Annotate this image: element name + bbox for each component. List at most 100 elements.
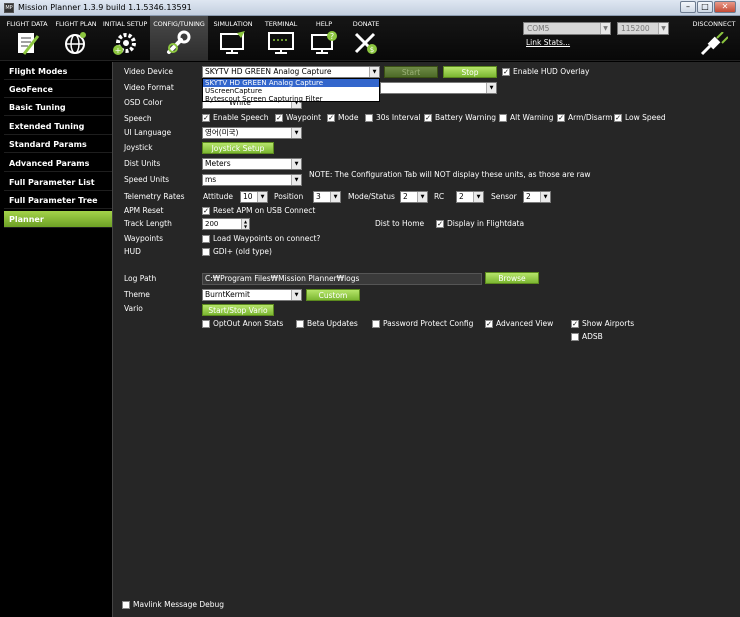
low-speed-checkbox[interactable]: ✓ Low Speed [614, 113, 666, 123]
menu-flight-plan[interactable]: FLIGHT PLAN [52, 16, 100, 61]
adsb-checkbox[interactable]: ADSB [571, 332, 603, 342]
hud-label: HUD [124, 247, 141, 256]
checkbox-label: 30s Interval [376, 113, 421, 122]
checkbox-checked-icon: ✓ [436, 220, 444, 228]
track-length-label: Track Length [124, 219, 172, 228]
gdi-plus-checkbox[interactable]: GDI+ (old type) [202, 247, 272, 257]
attitude-rate-value: 10 [243, 192, 253, 201]
vario-label: Vario [124, 304, 143, 313]
speed-units-select[interactable]: ms ▼ [202, 174, 302, 186]
chevron-down-icon: ▼ [330, 192, 340, 202]
sidebar-item-planner[interactable]: Planner [4, 211, 112, 228]
menu-config-tuning[interactable]: CONFIG/TUNING [150, 16, 208, 61]
position-label: Position [274, 192, 304, 201]
menu-initial-setup[interactable]: INITIAL SETUP + [100, 16, 150, 61]
attitude-rate-select[interactable]: 10 ▼ [240, 191, 268, 203]
track-length-value: 200 [205, 220, 219, 228]
checkbox-label: Beta Updates [307, 319, 358, 328]
checkbox-label: OptOut Anon Stats [213, 319, 284, 328]
speed-units-value: ms [205, 175, 217, 184]
battery-warning-checkbox[interactable]: ✓ Battery Warning [424, 113, 496, 123]
video-stop-button[interactable]: Stop [443, 66, 497, 78]
dist-to-home-label: Dist to Home [375, 219, 425, 228]
dropdown-option[interactable]: SKYTV HD GREEN Analog Capture [203, 79, 379, 87]
ui-language-select[interactable]: 영어(미국) ▼ [202, 127, 302, 139]
dist-units-select[interactable]: Meters ▼ [202, 158, 302, 170]
log-path-field[interactable]: C:₩Program Files₩Mission Planner₩logs [202, 273, 482, 285]
start-stop-vario-button[interactable]: Start/Stop Vario [202, 304, 274, 316]
baud-rate-select[interactable]: 115200 ▼ [617, 22, 669, 35]
mode-speech-checkbox[interactable]: ✓ Mode [327, 113, 358, 123]
checkbox-unchecked-icon [122, 601, 130, 609]
sidebar-item-standard-params[interactable]: Standard Params [4, 136, 112, 153]
sidebar-item-extended-tuning[interactable]: Extended Tuning [4, 118, 112, 135]
load-waypoints-checkbox[interactable]: Load Waypoints on connect? [202, 234, 320, 244]
mavlink-message-debug-checkbox[interactable]: Mavlink Message Debug [122, 600, 224, 610]
position-rate-select[interactable]: 3 ▼ [313, 191, 341, 203]
menu-simulation[interactable]: SIMULATION [208, 16, 258, 61]
maximize-button[interactable]: □ [697, 1, 713, 13]
donate-plane-icon: $ [354, 32, 377, 54]
show-airports-checkbox[interactable]: ✓ Show Airports [571, 319, 634, 329]
speed-units-label: Speed Units [124, 175, 170, 184]
video-device-select[interactable]: SKYTV HD GREEN Analog Capture ▼ [202, 66, 380, 78]
checkbox-label: Password Protect Config [383, 319, 474, 328]
chevron-down-icon: ▼ [257, 192, 267, 202]
video-start-button[interactable]: Start [384, 66, 438, 78]
advanced-view-checkbox[interactable]: ✓ Advanced View [485, 319, 553, 329]
reset-apm-checkbox[interactable]: ✓ Reset APM on USB Connect [202, 206, 315, 216]
dist-units-value: Meters [205, 159, 231, 168]
browse-button[interactable]: Browse [485, 272, 539, 284]
checkbox-checked-icon: ✓ [502, 68, 510, 76]
mode-status-rate-select[interactable]: 2 ▼ [400, 191, 428, 203]
track-length-spinner[interactable]: 200 ▲ ▼ [202, 218, 250, 230]
checkbox-unchecked-icon [365, 114, 373, 122]
com-port-select[interactable]: COM5 ▼ [523, 22, 611, 35]
checkbox-label: Advanced View [496, 319, 554, 328]
checkbox-checked-icon: ✓ [485, 320, 493, 328]
password-protect-config-checkbox[interactable]: Password Protect Config [372, 319, 473, 329]
sidebar-item-full-parameter-tree[interactable]: Full Parameter Tree [4, 192, 112, 209]
dropdown-option[interactable]: Bytescout Screen Capturing Filter [203, 95, 379, 103]
sensor-rate-select[interactable]: 2 ▼ [523, 191, 551, 203]
link-stats-link[interactable]: Link Stats... [526, 38, 570, 47]
sidebar-item-advanced-params[interactable]: Advanced Params [4, 155, 112, 172]
sidebar-item-full-parameter-list[interactable]: Full Parameter List [4, 174, 112, 191]
theme-select[interactable]: BurntKermit ▼ [202, 289, 302, 301]
interval-speech-checkbox[interactable]: 30s Interval [365, 113, 421, 123]
terminal-monitor-icon [268, 32, 294, 54]
minimize-button[interactable]: – [680, 1, 696, 13]
menu-label: CONFIG/TUNING [153, 20, 205, 28]
video-format-select[interactable]: ▼ [380, 82, 497, 94]
sidebar-item-flight-modes[interactable]: Flight Modes [4, 63, 112, 80]
sidebar-item-geofence[interactable]: GeoFence [4, 81, 112, 98]
attitude-label: Attitude [203, 192, 234, 201]
video-device-label: Video Device [124, 67, 174, 76]
joystick-setup-button[interactable]: Joystick Setup [202, 142, 274, 154]
chevron-down-icon: ▼ [486, 83, 496, 93]
custom-theme-button[interactable]: Custom [306, 289, 360, 301]
menu-flight-data[interactable]: FLIGHT DATA [4, 16, 50, 61]
spinner-arrows-icon[interactable]: ▲ ▼ [241, 219, 249, 229]
menu-donate[interactable]: DONATE $ [344, 16, 388, 61]
optout-anon-stats-checkbox[interactable]: OptOut Anon Stats [202, 319, 283, 329]
arm-disarm-checkbox[interactable]: ✓ Arm/Disarm [557, 113, 613, 123]
checkbox-label: Display in Flightdata [447, 219, 525, 228]
hud-overlay-checkbox[interactable]: ✓ Enable HUD Overlay [502, 67, 589, 77]
enable-speech-checkbox[interactable]: ✓ Enable Speech [202, 113, 269, 123]
menu-help[interactable]: HELP ? [304, 16, 344, 61]
disconnect-button[interactable]: DISCONNECT [688, 16, 740, 61]
close-button[interactable]: ✕ [714, 1, 736, 13]
sidebar-item-basic-tuning[interactable]: Basic Tuning [4, 99, 112, 116]
dropdown-option[interactable]: UScreenCapture [203, 87, 379, 95]
sensor-rate-value: 2 [526, 192, 531, 201]
checkbox-unchecked-icon [202, 320, 210, 328]
menu-terminal[interactable]: TERMINAL [258, 16, 304, 61]
display-in-flightdata-checkbox[interactable]: ✓ Display in Flightdata [436, 219, 524, 229]
beta-updates-checkbox[interactable]: Beta Updates [296, 319, 358, 329]
chevron-down-icon: ▼ [540, 192, 550, 202]
alt-warning-checkbox[interactable]: Alt Warning [499, 113, 553, 123]
checkbox-checked-icon: ✓ [571, 320, 579, 328]
waypoint-speech-checkbox[interactable]: ✓ Waypoint [275, 113, 321, 123]
rc-rate-select[interactable]: 2 ▼ [456, 191, 484, 203]
